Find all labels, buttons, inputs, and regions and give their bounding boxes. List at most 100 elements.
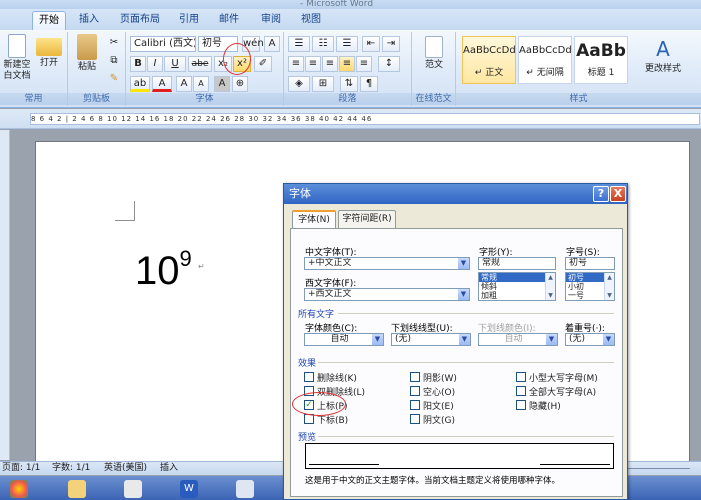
status-page[interactable]: 页面: 1/1 — [2, 462, 40, 475]
cn-font-dropdown[interactable]: +中文正文 ▼ — [304, 257, 470, 270]
font-size-list[interactable]: 初号 小初 一号 ▲ ▼ — [565, 272, 615, 301]
list-scrollbar[interactable]: ▲ ▼ — [545, 273, 555, 300]
multilevel-list-icon[interactable]: ☰ — [336, 36, 358, 52]
justify-icon[interactable]: ≡ — [339, 56, 355, 72]
explorer-icon[interactable] — [68, 480, 86, 498]
document-icon[interactable] — [236, 480, 254, 498]
distributed-icon[interactable]: ≡ — [356, 56, 372, 72]
style-no-spacing[interactable]: AaBbCcDd ↵ 无间隔 — [518, 36, 572, 84]
new-document-icon — [8, 34, 26, 58]
align-center-icon[interactable]: ≡ — [305, 56, 321, 72]
bold-icon[interactable]: B — [130, 56, 146, 72]
font-size-input[interactable]: 初号 — [565, 257, 615, 270]
group-label-clipboard: 剪贴板 — [68, 93, 125, 105]
status-language[interactable]: 英语(美国) — [104, 462, 147, 475]
all-caps-label: 全部大写字母(A) — [529, 388, 597, 398]
font-style-list[interactable]: 常规 倾斜 加粗 ▲ ▼ — [478, 272, 556, 301]
underline-style-dropdown[interactable]: (无) ▼ — [391, 333, 471, 346]
enclosed-char-icon[interactable]: ⊕ — [232, 76, 248, 92]
line-spacing-icon[interactable]: ↕ — [378, 56, 400, 72]
grow-font-icon[interactable]: A — [176, 76, 192, 92]
font-name-combo[interactable]: Calibri (西文) — [130, 36, 196, 52]
shading-icon[interactable]: ◈ — [288, 76, 310, 92]
horizontal-ruler[interactable]: 8 6 4 2 | 2 4 6 8 10 12 14 16 18 20 22 2… — [30, 113, 700, 125]
shrink-font-icon[interactable]: A — [193, 76, 209, 92]
close-icon[interactable]: X — [610, 186, 626, 202]
bullets-icon[interactable]: ☰ — [288, 36, 310, 52]
paste-button[interactable]: 粘贴 — [72, 34, 102, 73]
numbering-icon[interactable]: ☷ — [312, 36, 334, 52]
style-heading-1[interactable]: AaBb 标题 1 — [574, 36, 628, 84]
list-item[interactable]: 倾斜 — [479, 282, 555, 291]
font-color-icon[interactable]: A — [152, 76, 172, 92]
show-marks-icon[interactable]: ¶ — [360, 76, 378, 92]
font-color-dropdown[interactable]: 自动 ▼ — [304, 333, 384, 346]
italic-icon[interactable]: I — [147, 56, 163, 72]
engrave-checkbox[interactable] — [410, 414, 420, 424]
change-styles-button[interactable]: A 更改样式 — [640, 36, 686, 75]
word-icon[interactable]: W — [180, 480, 198, 498]
strikethrough-checkbox[interactable] — [304, 372, 314, 382]
borders-icon[interactable]: ⊞ — [312, 76, 334, 92]
tab-view[interactable]: 视图 — [296, 11, 326, 30]
all-text-section: 所有文字 — [298, 310, 335, 320]
new-blank-button[interactable]: 新建空 白文档 — [0, 34, 34, 82]
tab-insert[interactable]: 插入 — [74, 11, 104, 30]
help-icon[interactable]: ? — [593, 186, 609, 202]
tab-char-spacing[interactable]: 字符间距(R) — [338, 210, 396, 228]
list-item[interactable]: 加粗 — [479, 291, 555, 300]
hidden-checkbox[interactable] — [516, 400, 526, 410]
tab-references[interactable]: 引用 — [174, 11, 204, 30]
tab-review[interactable]: 审阅 — [256, 11, 286, 30]
tab-page-layout[interactable]: 页面布局 — [116, 11, 164, 30]
align-left-icon[interactable]: ≡ — [288, 56, 304, 72]
emboss-checkbox[interactable] — [410, 400, 420, 410]
shadow-checkbox[interactable] — [410, 372, 420, 382]
app-icon[interactable] — [124, 480, 142, 498]
margin-crop-mark — [115, 201, 135, 221]
strikethrough-icon[interactable]: abe — [188, 56, 212, 72]
style-no-spacing-name: ↵ 无间隔 — [526, 68, 564, 78]
group-clipboard: 粘贴 ✂ ⧉ ✎ 剪贴板 — [68, 32, 126, 106]
open-label: 打开 — [39, 58, 58, 68]
status-words[interactable]: 字数: 1/1 — [52, 462, 90, 475]
small-caps-checkbox[interactable] — [516, 372, 526, 382]
style-normal-name: ↵ 正文 — [474, 68, 504, 78]
list-scrollbar[interactable]: ▲ ▼ — [604, 273, 614, 300]
group-label-paragraph: 段落 — [284, 93, 411, 105]
strikethrough-label: 删除线(K) — [317, 374, 357, 384]
decrease-indent-icon[interactable]: ⇤ — [362, 36, 380, 52]
char-shading-icon[interactable]: A — [214, 76, 230, 92]
section-divider — [318, 362, 614, 363]
folder-icon — [36, 38, 62, 56]
tab-mailings[interactable]: 邮件 — [214, 11, 244, 30]
tab-home[interactable]: 开始 — [32, 11, 66, 30]
font-style-input[interactable]: 常规 — [478, 257, 556, 270]
document-text[interactable]: 109 — [135, 235, 192, 295]
cut-icon[interactable]: ✂ — [106, 36, 122, 52]
copy-icon[interactable]: ⧉ — [106, 54, 122, 70]
increase-indent-icon[interactable]: ⇥ — [382, 36, 400, 52]
format-painter-icon[interactable]: ✎ — [106, 72, 122, 88]
all-caps-checkbox[interactable] — [516, 386, 526, 396]
west-font-dropdown[interactable]: +西文正文 ▼ — [304, 288, 470, 301]
open-button[interactable]: 打开 — [34, 34, 64, 69]
style-normal[interactable]: AaBbCcDd ↵ 正文 — [462, 36, 516, 84]
emphasis-dropdown[interactable]: (无) ▼ — [565, 333, 615, 346]
emphasis-value: (无) — [569, 334, 586, 344]
dialog-title: 字体 — [284, 184, 627, 204]
start-orb-icon[interactable] — [10, 480, 28, 498]
clear-format-icon[interactable]: ✐ — [254, 56, 272, 72]
list-item[interactable]: 常规 — [479, 273, 555, 282]
highlight-icon[interactable]: ab — [130, 76, 150, 92]
status-mode[interactable]: 插入 — [160, 462, 178, 475]
underline-icon[interactable]: U — [164, 56, 186, 72]
west-font-value: +西文正文 — [308, 289, 352, 299]
outline-checkbox[interactable] — [410, 386, 420, 396]
char-border-icon[interactable]: A — [264, 36, 280, 52]
shadow-label: 阴影(W) — [423, 374, 457, 384]
align-right-icon[interactable]: ≡ — [322, 56, 338, 72]
tab-font[interactable]: 字体(N) — [292, 210, 336, 229]
sort-icon[interactable]: ⇅ — [340, 76, 358, 92]
template-button[interactable]: 范文 — [418, 36, 450, 71]
